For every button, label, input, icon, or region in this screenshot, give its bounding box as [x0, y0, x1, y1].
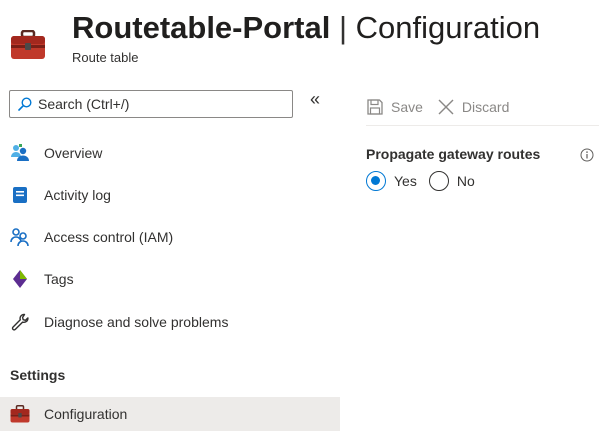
sidebar-item-label: Access control (IAM): [44, 229, 174, 245]
route-table-icon: [11, 30, 45, 59]
blade-section-title: Configuration: [355, 10, 541, 45]
page-title: Routetable-Portal | Configuration: [72, 10, 540, 46]
discard-button[interactable]: Discard: [437, 98, 509, 116]
sidebar-item-label: Tags: [44, 271, 74, 287]
route-table-icon: [10, 404, 30, 424]
search-input[interactable]: Search (Ctrl+/): [9, 90, 293, 118]
save-button[interactable]: Save: [366, 98, 423, 116]
sidebar-item-label: Overview: [44, 145, 103, 161]
radio-yes[interactable]: Yes: [366, 171, 417, 191]
sidebar-item-label: Configuration: [44, 406, 128, 422]
radio-yes-circle: [366, 171, 386, 191]
radio-no-label: No: [456, 173, 475, 189]
overview-icon: [10, 143, 30, 163]
resource-type: Route table: [72, 50, 139, 65]
activity-log-icon: [10, 185, 30, 205]
info-icon[interactable]: [580, 148, 594, 162]
sidebar-item-configuration[interactable]: Configuration: [0, 397, 340, 431]
page-header: Routetable-Portal | Configuration Route …: [8, 6, 598, 68]
resource-name: Routetable-Portal: [72, 10, 331, 45]
sidebar-item-tags[interactable]: Tags: [0, 262, 340, 296]
sidebar-item-access-control[interactable]: Access control (IAM): [0, 220, 340, 254]
collapse-sidebar-button[interactable]: «: [310, 89, 320, 110]
radio-no-circle: [428, 171, 449, 191]
sidebar-item-activity-log[interactable]: Activity log: [0, 178, 340, 212]
save-label: Save: [391, 98, 423, 115]
save-icon: [367, 98, 383, 115]
radio-yes-label: Yes: [394, 173, 417, 189]
close-icon: [438, 99, 454, 114]
access-control-icon: [10, 227, 30, 247]
radio-no[interactable]: No: [428, 171, 475, 191]
tag-icon: [10, 269, 30, 289]
search-placeholder: Search (Ctrl+/): [38, 96, 130, 112]
propagate-gateway-routes-label: Propagate gateway routes: [366, 146, 541, 162]
wrench-icon: [10, 312, 30, 332]
propagate-gateway-routes-radio-group: Yes No: [366, 171, 487, 191]
sidebar-item-overview[interactable]: Overview: [0, 136, 340, 170]
sidebar-item-label: Activity log: [44, 187, 111, 203]
sidebar-section-settings: Settings: [10, 367, 66, 383]
title-separator: |: [338, 10, 348, 45]
sidebar-item-label: Diagnose and solve problems: [44, 314, 229, 330]
search-icon: [18, 97, 32, 111]
sidebar-item-diagnose[interactable]: Diagnose and solve problems: [0, 305, 340, 339]
discard-label: Discard: [461, 98, 510, 115]
command-bar: Save Discard: [366, 88, 599, 126]
